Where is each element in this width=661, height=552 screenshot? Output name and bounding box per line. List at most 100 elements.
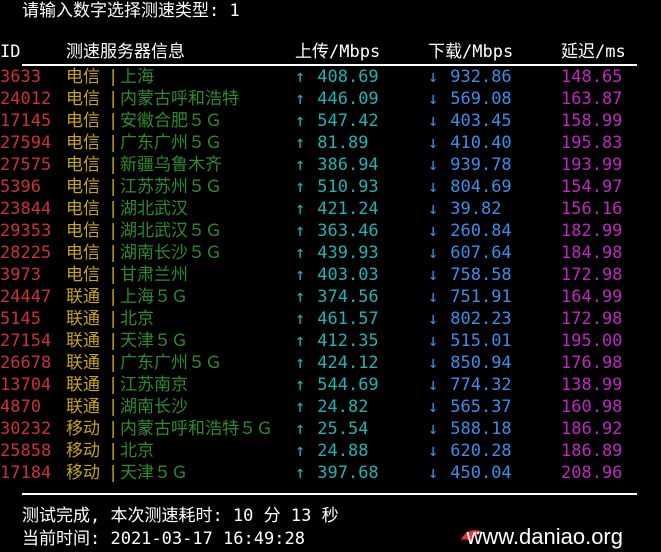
upload-speed: ↑ 510.93 (295, 176, 379, 198)
upload-value: 403.03 (317, 265, 379, 285)
server-city: 湖北武汉５Ｇ (120, 221, 222, 241)
down-arrow-icon: ↓ (428, 287, 439, 307)
download-value: 515.01 (450, 331, 512, 351)
upload-speed: ↑ 25.54 (295, 418, 368, 440)
isp-name: 电信 (66, 177, 100, 197)
table-header: ID 测速服务器信息 上传/Mbps 下载/Mbps 延迟/ms (0, 41, 661, 63)
server-id: 17184 (0, 463, 52, 483)
download-speed: ↓ 403.45 (428, 110, 512, 132)
isp-name: 电信 (66, 89, 100, 109)
table-row: 3973 电信 | 甘肃兰州 ↑ 403.03 ↓ 758.58 172.98 (0, 264, 661, 286)
download-speed: ↓ 588.18 (428, 418, 512, 440)
upload-value: 25.54 (317, 419, 369, 439)
down-arrow-icon: ↓ (428, 397, 439, 417)
download-value: 569.08 (450, 89, 512, 109)
separator-bar: | (108, 133, 119, 153)
table-row: 23844 电信 | 湖北武汉 ↑ 421.24 ↓ 39.82 156.16 (0, 198, 661, 220)
header-upload: 上传/Mbps (295, 42, 381, 62)
download-speed: ↓ 932.86 (428, 66, 512, 88)
upload-value: 544.69 (317, 375, 379, 395)
up-arrow-icon: ↑ (295, 133, 306, 153)
down-arrow-icon: ↓ (428, 177, 439, 197)
server-city: 天津５Ｇ (120, 331, 188, 351)
upload-value: 24.82 (317, 397, 369, 417)
server-id: 28225 (0, 243, 52, 263)
server-id: 24012 (0, 89, 52, 109)
server-id: 4870 (0, 397, 41, 417)
download-speed: ↓ 39.82 (428, 198, 501, 220)
latency-value: 156.16 (561, 199, 623, 219)
download-speed: ↓ 607.64 (428, 242, 512, 264)
latency-value: 164.99 (561, 287, 623, 307)
upload-value: 510.93 (317, 177, 379, 197)
header-download: 下载/Mbps (428, 42, 514, 62)
server-city: 天津５Ｇ (120, 463, 188, 483)
download-value: 403.45 (450, 111, 512, 131)
download-speed: ↓ 802.23 (428, 308, 512, 330)
up-arrow-icon: ↑ (295, 309, 306, 329)
down-arrow-icon: ↓ (428, 243, 439, 263)
upload-speed: ↑ 81.89 (295, 132, 368, 154)
down-arrow-icon: ↓ (428, 67, 439, 87)
up-arrow-icon: ↑ (295, 221, 306, 241)
isp-name: 电信 (66, 67, 100, 87)
upload-value: 386.94 (317, 155, 379, 175)
separator-bar: | (108, 67, 119, 87)
table-row: 5396 电信 | 江苏苏州５Ｇ ↑ 510.93 ↓ 804.69 154.97 (0, 176, 661, 198)
isp-name: 联通 (66, 397, 100, 417)
latency-value: 160.98 (561, 397, 623, 417)
table-row: 25858 移动 | 北京 ↑ 24.88 ↓ 620.28 186.89 (0, 440, 661, 462)
separator-bar: | (108, 155, 119, 175)
table-row: 4870 联通 | 湖南长沙 ↑ 24.82 ↓ 565.37 160.98 (0, 396, 661, 418)
latency-value: 182.99 (561, 221, 623, 241)
down-arrow-icon: ↓ (428, 111, 439, 131)
server-city: 北京 (120, 309, 154, 329)
table-row: 24447 联通 | 上海５Ｇ ↑ 374.56 ↓ 751.91 164.99 (0, 286, 661, 308)
separator-bar: | (108, 419, 119, 439)
latency-value: 154.97 (561, 177, 623, 197)
table-row: 5145 联通 | 北京 ↑ 461.57 ↓ 802.23 172.98 (0, 308, 661, 330)
up-arrow-icon: ↑ (295, 177, 306, 197)
up-arrow-icon: ↑ (295, 155, 306, 175)
upload-speed: ↑ 24.82 (295, 396, 368, 418)
download-value: 758.58 (450, 265, 512, 285)
upload-speed: ↑ 397.68 (295, 462, 379, 484)
server-city: 甘肃兰州 (120, 265, 188, 285)
download-speed: ↓ 850.94 (428, 352, 512, 374)
separator-bar: | (108, 331, 119, 351)
latency-value: 195.83 (561, 133, 623, 153)
server-id: 24447 (0, 287, 52, 307)
server-city: 湖北武汉 (120, 199, 188, 219)
download-value: 410.40 (450, 133, 512, 153)
server-city: 湖南长沙５Ｇ (120, 243, 222, 263)
latency-value: 208.96 (561, 463, 623, 483)
table-row: 26678 联通 | 广东广州５Ｇ ↑ 424.12 ↓ 850.94 176.98 (0, 352, 661, 374)
download-speed: ↓ 515.01 (428, 330, 512, 352)
table-row: 17145 电信 | 安徽合肥５Ｇ ↑ 547.42 ↓ 403.45 158.99 (0, 110, 661, 132)
latency-value: 186.92 (561, 419, 623, 439)
download-value: 804.69 (450, 177, 512, 197)
download-speed: ↓ 620.28 (428, 440, 512, 462)
server-city: 广东广州５Ｇ (120, 133, 222, 153)
server-id: 27594 (0, 133, 52, 153)
server-id: 13704 (0, 375, 52, 395)
latency-value: 184.98 (561, 243, 623, 263)
server-id: 25858 (0, 441, 52, 461)
down-arrow-icon: ↓ (428, 463, 439, 483)
download-value: 850.94 (450, 353, 512, 373)
download-value: 450.04 (450, 463, 512, 483)
upload-value: 547.42 (317, 111, 379, 131)
upload-speed: ↑ 446.09 (295, 88, 379, 110)
down-arrow-icon: ↓ (428, 265, 439, 285)
upload-speed: ↑ 424.12 (295, 352, 379, 374)
server-city: 安徽合肥５Ｇ (120, 111, 222, 131)
server-city: 北京 (120, 441, 154, 461)
upload-speed: ↑ 547.42 (295, 110, 379, 132)
latency-value: 163.87 (561, 89, 623, 109)
down-arrow-icon: ↓ (428, 155, 439, 175)
latency-value: 158.99 (561, 111, 623, 131)
isp-name: 电信 (66, 199, 100, 219)
server-id: 26678 (0, 353, 52, 373)
upload-value: 424.12 (317, 353, 379, 373)
up-arrow-icon: ↑ (295, 375, 306, 395)
